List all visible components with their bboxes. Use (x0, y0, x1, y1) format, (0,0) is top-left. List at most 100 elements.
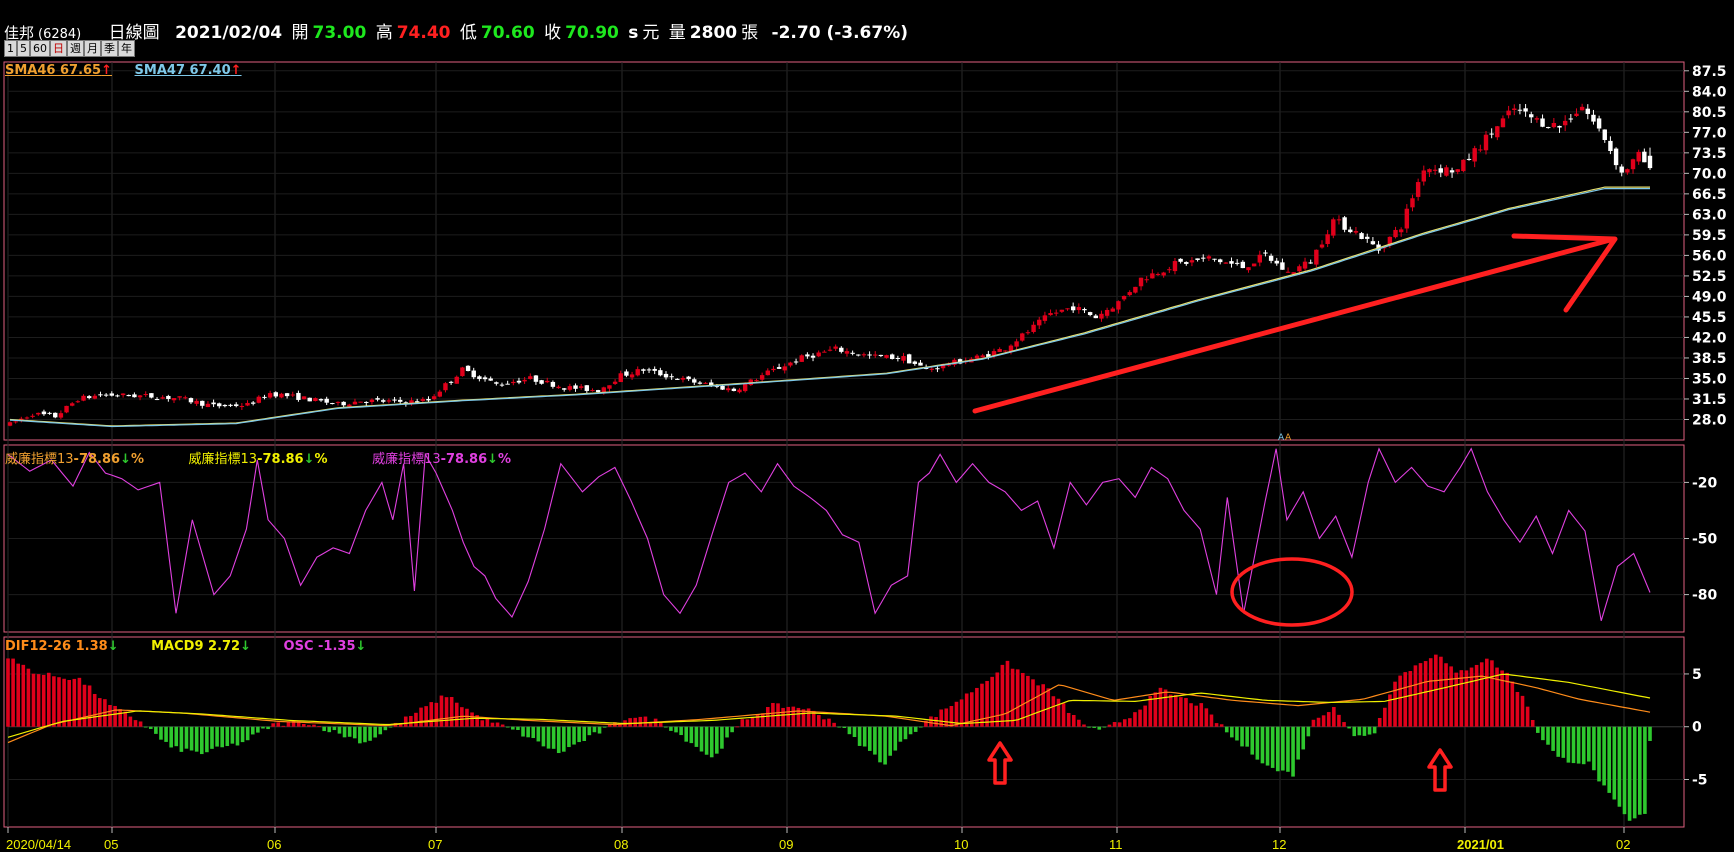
osc-bar (934, 716, 938, 727)
price-axis-tick-label: 80.5 (1692, 105, 1727, 121)
osc-bar (857, 726, 862, 746)
osc-bar (526, 726, 530, 738)
osc-bar (1597, 726, 1601, 782)
candle-body (1444, 167, 1449, 176)
period-60min-button[interactable]: 60 (30, 40, 50, 57)
candle-body (686, 376, 691, 380)
osc-bar (424, 706, 428, 727)
osc-bar (1612, 726, 1617, 800)
candle-body (1466, 158, 1472, 160)
osc-bar (755, 714, 760, 727)
candle-body (1206, 256, 1212, 259)
wr-legend-3[interactable]: 威廉指標13-78.86↓% (372, 452, 511, 467)
candle-body (1014, 341, 1019, 347)
candle-body (137, 395, 143, 398)
candle-body (1020, 333, 1025, 341)
candle-body (658, 370, 663, 376)
osc-bar (1556, 726, 1561, 757)
osc-bar (138, 721, 143, 727)
candle-body (522, 379, 527, 382)
candle-body (211, 402, 216, 405)
osc-bar (1291, 726, 1295, 777)
candle-body (1048, 313, 1053, 316)
osc-bar (164, 726, 168, 742)
candle-body (318, 399, 324, 401)
volume-unit: 張 (741, 23, 759, 43)
candle-body (759, 375, 765, 380)
osc-bar (1306, 726, 1311, 737)
candle-body (126, 394, 131, 397)
osc-bar (276, 722, 281, 727)
sma47-legend[interactable]: SMA47 67.40↑ (135, 63, 242, 78)
price-axis-tick-label: 42.0 (1692, 330, 1727, 346)
candle-body (341, 401, 346, 406)
candle-body (1172, 261, 1178, 272)
period-season-button[interactable]: 季 (101, 40, 118, 57)
candle-body (284, 393, 290, 397)
sma46-legend[interactable]: SMA46 67.65↑ (5, 63, 112, 78)
osc-bar (230, 726, 235, 744)
price-change: -2.70 (-3.67%) (771, 23, 909, 43)
candle-body (115, 395, 120, 397)
candle-body (533, 375, 539, 382)
osc-bar (944, 708, 949, 727)
period-year-button[interactable]: 年 (118, 40, 135, 57)
price-axis-tick-label: 59.5 (1692, 228, 1727, 244)
period-1min-button[interactable]: 1 (4, 40, 17, 57)
candle-body (448, 381, 454, 383)
candle-body (675, 378, 680, 380)
osc-bar (403, 716, 408, 727)
candle-body (177, 396, 182, 398)
osc-bar (1301, 726, 1306, 750)
period-week-button[interactable]: 週 (67, 40, 84, 57)
osc-bar (383, 726, 388, 731)
osc-bar (837, 726, 841, 728)
osc-bar (715, 726, 719, 754)
osc-bar (378, 726, 383, 735)
period-day-button[interactable]: 日 (50, 40, 67, 57)
macd9-legend[interactable]: MACD9 2.72↓ (151, 639, 251, 654)
wr-legend-1[interactable]: 威廉指標13-78.86↓% (5, 452, 144, 467)
osc-bar (174, 726, 179, 747)
candle-body (1138, 277, 1144, 287)
osc-bar (1383, 707, 1387, 727)
osc-bar (199, 726, 204, 755)
candle-body (1263, 252, 1268, 254)
osc-bar (867, 726, 872, 751)
dif-legend[interactable]: DIF12-26 1.38↓ (5, 639, 119, 654)
candle-body (431, 396, 437, 400)
osc-bar (536, 726, 541, 742)
osc-bar (985, 680, 989, 727)
candle-body (680, 377, 686, 380)
osc-bar (108, 705, 112, 727)
price-axis-tick-label: 70.0 (1692, 166, 1727, 182)
osc-bar (1000, 664, 1005, 727)
candle-body (1065, 308, 1070, 310)
candle-body (267, 393, 273, 398)
osc-bar (184, 726, 189, 749)
candle-body (1070, 306, 1076, 311)
osc-bar (1056, 698, 1061, 727)
candle-body (1579, 106, 1585, 111)
osc-bar (1362, 726, 1367, 736)
osc-legend[interactable]: OSC -1.35↓ (284, 639, 367, 654)
osc-bar (908, 726, 913, 735)
period-5min-button[interactable]: 5 (17, 40, 30, 57)
candle-body (352, 401, 358, 405)
candle-body (1042, 315, 1048, 321)
price-axis-tick-label: 52.5 (1692, 269, 1727, 285)
candle-body (7, 422, 13, 426)
candle-body (1234, 262, 1240, 264)
period-month-button[interactable]: 月 (84, 40, 101, 57)
candle-body (731, 388, 737, 391)
osc-bar (358, 726, 362, 744)
osc-bar (1321, 715, 1326, 727)
wr-legend-2[interactable]: 威廉指標13-78.86↓% (189, 452, 328, 467)
stock-chart[interactable]: 2020/04/14 05 06 07 08 09 10 11 12 2021/01 0228.03… (0, 0, 1734, 852)
candle-body (1483, 134, 1489, 151)
candle-body (1150, 273, 1155, 279)
candle-body (307, 397, 312, 402)
wr-axis-tick-label: -20 (1692, 475, 1718, 491)
osc-bar (1066, 712, 1071, 727)
candle-body (1246, 267, 1251, 271)
